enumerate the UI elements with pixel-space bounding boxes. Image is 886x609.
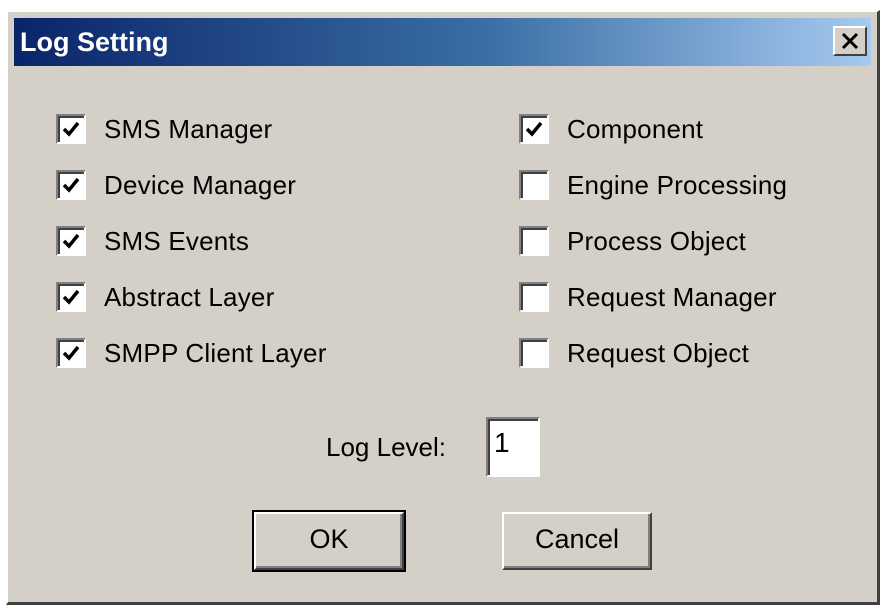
checkmark-icon — [62, 345, 80, 361]
cancel-button[interactable]: Cancel — [502, 512, 652, 570]
checkbox-abstract-layer[interactable]: Abstract Layer — [56, 277, 274, 317]
log-level-input[interactable]: 1 — [486, 417, 540, 477]
checkbox-label: SMS Manager — [104, 113, 273, 144]
checkbox-label: Abstract Layer — [104, 281, 275, 312]
checkmark-icon — [62, 289, 80, 305]
checkbox-box[interactable] — [56, 226, 86, 256]
checkmark-icon — [62, 177, 80, 193]
checkmark-icon — [62, 121, 80, 137]
checkbox-component[interactable]: Component — [519, 109, 703, 149]
checkbox-label: SMPP Client Layer — [104, 337, 327, 368]
checkbox-label: Engine Processing — [567, 169, 788, 200]
checkbox-label: Process Object — [567, 225, 747, 256]
checkbox-request-manager[interactable]: Request Manager — [519, 277, 777, 317]
checkbox-label: Component — [567, 113, 704, 144]
checkbox-label: Request Manager — [567, 281, 777, 312]
checkbox-box[interactable] — [56, 170, 86, 200]
checkmark-icon — [62, 233, 80, 249]
checkbox-device-manager[interactable]: Device Manager — [56, 165, 296, 205]
checkbox-box[interactable] — [519, 226, 549, 256]
checkbox-box[interactable] — [519, 170, 549, 200]
checkbox-label: Request Object — [567, 337, 750, 368]
checkmark-icon — [525, 121, 543, 137]
close-icon — [841, 32, 859, 50]
checkbox-box[interactable] — [56, 282, 86, 312]
checkbox-box[interactable] — [519, 282, 549, 312]
checkbox-engine-processing[interactable]: Engine Processing — [519, 165, 787, 205]
ok-button[interactable]: OK — [252, 510, 406, 572]
log-level-label: Log Level: — [326, 432, 446, 462]
checkbox-label: SMS Events — [104, 225, 250, 256]
checkbox-request-object[interactable]: Request Object — [519, 333, 749, 373]
checkbox-smpp-client-layer[interactable]: SMPP Client Layer — [56, 333, 327, 373]
log-setting-dialog: Log Setting SMS Manager Device Manager S… — [6, 10, 880, 605]
checkbox-label: Device Manager — [104, 169, 297, 200]
checkbox-sms-events[interactable]: SMS Events — [56, 221, 249, 261]
checkbox-box[interactable] — [56, 338, 86, 368]
close-button[interactable] — [833, 26, 867, 56]
checkbox-box[interactable] — [56, 114, 86, 144]
title-bar[interactable]: Log Setting — [14, 18, 871, 66]
window-title: Log Setting — [20, 27, 169, 57]
checkbox-process-object[interactable]: Process Object — [519, 221, 746, 261]
checkbox-sms-manager[interactable]: SMS Manager — [56, 109, 272, 149]
checkbox-box[interactable] — [519, 338, 549, 368]
checkbox-box[interactable] — [519, 114, 549, 144]
